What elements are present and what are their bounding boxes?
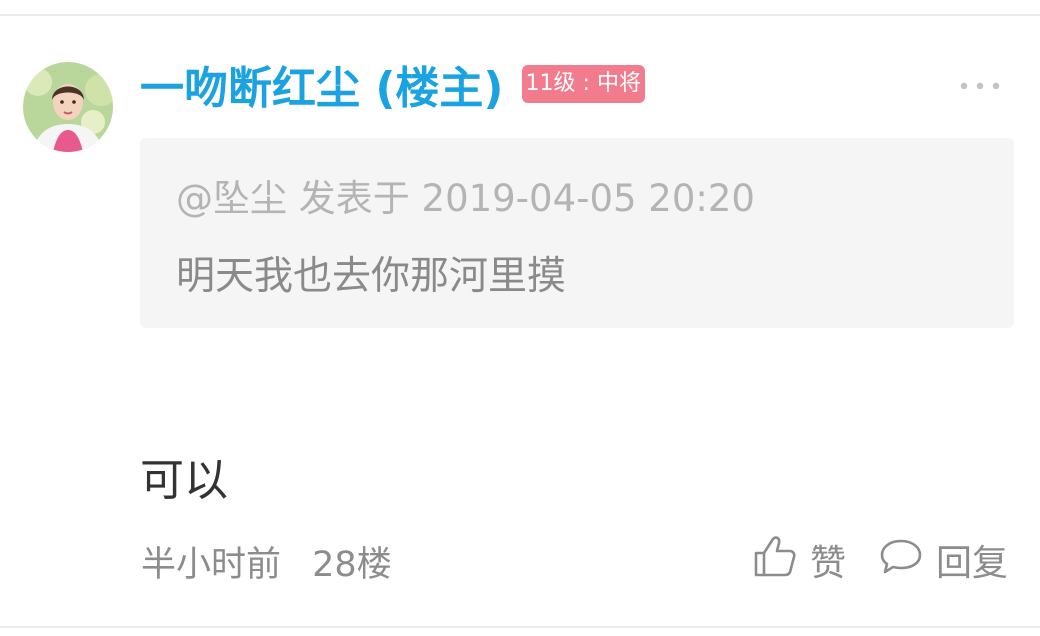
bottom-divider (0, 626, 1040, 628)
level-badge: 11级 : 中将 (521, 65, 645, 103)
like-button[interactable]: 赞 (752, 535, 846, 585)
quote-text: 明天我也去你那河里摸 (176, 254, 567, 299)
reply-content: 可以 (140, 455, 228, 506)
post-header: 一吻断红尘 (楼主) 11级 : 中将 (140, 54, 645, 114)
avatar[interactable] (23, 62, 113, 152)
top-divider (0, 14, 1040, 16)
reply-label: 回复 (936, 543, 1009, 584)
post-meta: 半小时前 28楼 (141, 536, 392, 587)
username[interactable]: 一吻断红尘 (楼主) (140, 52, 504, 116)
like-label: 赞 (810, 543, 847, 584)
reply-button[interactable]: 回复 (878, 535, 1008, 585)
post-time: 半小时前 (141, 545, 282, 585)
comment-bubble-icon (878, 535, 924, 586)
quote-box: @坠尘 发表于 2019-04-05 20:20 明天我也去你那河里摸 (140, 138, 1014, 328)
thumbs-up-icon (752, 533, 798, 588)
more-dots-icon[interactable] (958, 76, 1002, 96)
floor-number: 28楼 (312, 545, 392, 585)
quote-meta: @坠尘 发表于 2019-04-05 20:20 (176, 177, 755, 220)
